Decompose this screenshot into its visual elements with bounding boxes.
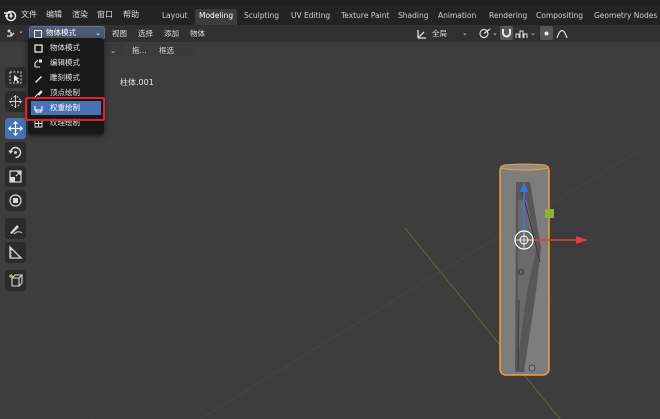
annotate-icon bbox=[10, 225, 23, 235]
sculpt-mode-icon bbox=[35, 76, 42, 83]
transform-orientation-label[interactable]: 全局 bbox=[432, 27, 447, 40]
tab-shading[interactable]: Shading bbox=[394, 9, 432, 23]
menu-help[interactable]: 帮助 bbox=[123, 9, 139, 20]
active-object-label: 柱体.001 bbox=[120, 78, 154, 87]
object-mode-icon bbox=[34, 30, 42, 38]
tool-move[interactable] bbox=[5, 118, 26, 139]
tab-animation[interactable]: Animation bbox=[434, 9, 480, 23]
blender-logo-icon[interactable] bbox=[3, 8, 17, 22]
tool-scale[interactable] bbox=[5, 166, 26, 187]
grid-line bbox=[89, 269, 660, 419]
tool-cursor[interactable] bbox=[5, 91, 26, 112]
tool-measure[interactable] bbox=[5, 242, 26, 263]
x-axis-arrow bbox=[576, 236, 588, 244]
select-box-icon bbox=[9, 71, 22, 84]
tab-geometry-nodes[interactable]: Geometry Nodes bbox=[590, 9, 660, 23]
scale-icon bbox=[9, 170, 22, 183]
snap-chevron-icon[interactable]: ⌄ bbox=[530, 27, 536, 40]
falloff-icon[interactable] bbox=[556, 27, 568, 40]
tab-rendering[interactable]: Rendering bbox=[485, 9, 531, 23]
edit-mode-icon bbox=[34, 59, 42, 68]
grid-line bbox=[199, 149, 641, 419]
snap-target-icon[interactable] bbox=[515, 27, 529, 40]
menu-edit[interactable]: 编辑 bbox=[46, 9, 62, 20]
mode-item-label: 编辑模式 bbox=[50, 58, 80, 67]
y-axis-handle bbox=[545, 209, 554, 218]
pivot-chevron-icon[interactable]: ⌄ bbox=[492, 27, 498, 40]
measure-icon bbox=[9, 245, 23, 259]
snap-toggle-button[interactable] bbox=[500, 26, 513, 40]
tab-texture-paint[interactable]: Texture Paint bbox=[337, 9, 393, 23]
cursor-icon bbox=[9, 95, 22, 108]
rotate-icon bbox=[8, 146, 22, 159]
menu-view[interactable]: 视图 bbox=[112, 27, 127, 40]
mode-item-label: 雕刻模式 bbox=[50, 73, 80, 82]
tool-add-cube[interactable] bbox=[5, 270, 26, 291]
menu-object[interactable]: 物体 bbox=[190, 27, 205, 40]
transform-orientation-icon[interactable] bbox=[416, 27, 429, 40]
add-cube-icon bbox=[9, 274, 23, 287]
move-icon bbox=[8, 121, 23, 136]
editor-type-icon[interactable] bbox=[5, 27, 18, 40]
tab-compositing[interactable]: Compositing bbox=[532, 9, 587, 23]
proportional-edit-button[interactable] bbox=[540, 26, 553, 40]
tab-uv-editing[interactable]: UV Editing bbox=[287, 9, 334, 23]
pivot-point-icon[interactable] bbox=[478, 27, 492, 40]
tab-sculpting[interactable]: Sculpting bbox=[240, 9, 283, 23]
menu-file[interactable]: 文件 bbox=[21, 9, 37, 20]
proportional-edit-icon bbox=[544, 31, 549, 36]
editor-type-chevron-icon[interactable]: ⌄ bbox=[18, 27, 24, 35]
tool-select-box[interactable] bbox=[5, 67, 26, 88]
menu-render[interactable]: 渲染 bbox=[72, 9, 88, 20]
menu-window[interactable]: 窗口 bbox=[97, 9, 113, 20]
tool-annotate[interactable] bbox=[5, 218, 26, 239]
mode-item-edit[interactable]: 编辑模式 bbox=[31, 56, 101, 70]
tool-transform[interactable] bbox=[5, 190, 26, 211]
mode-item-object[interactable]: 物体模式 bbox=[31, 41, 101, 55]
highlight-annotation-box bbox=[25, 97, 105, 121]
mode-item-label: 物体模式 bbox=[50, 43, 80, 52]
menu-select[interactable]: 选择 bbox=[138, 27, 153, 40]
menu-add[interactable]: 添加 bbox=[164, 27, 179, 40]
mode-item-sculpt[interactable]: 雕刻模式 bbox=[31, 71, 101, 85]
magnet-icon bbox=[502, 29, 511, 38]
tab-modeling[interactable]: Modeling bbox=[195, 9, 238, 25]
object-mode-icon bbox=[34, 44, 43, 53]
transform-icon bbox=[9, 194, 22, 207]
orientation-chevron-icon[interactable]: ⌄ bbox=[462, 27, 468, 40]
tab-layout[interactable]: Layout bbox=[158, 9, 192, 23]
tool-rotate[interactable] bbox=[5, 142, 26, 163]
top-menu-bar: 文件 编辑 渲染 窗口 帮助 Layout Modeling Sculpting… bbox=[0, 5, 660, 25]
